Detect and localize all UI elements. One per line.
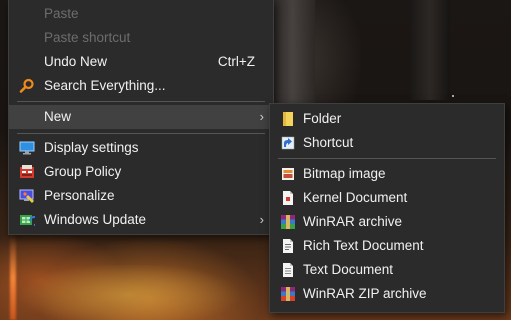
shortcut-key-label: Ctrl+Z [217, 54, 255, 69]
wallpaper-pillar [270, 0, 315, 110]
menu-item-label: Display settings [44, 140, 139, 155]
windows-update-icon [19, 212, 39, 228]
submenu-item-label: WinRAR archive [303, 214, 403, 229]
folder-icon [280, 111, 296, 127]
winrar-zip-icon [280, 286, 296, 302]
submenu-item-bitmap-image[interactable]: Bitmap image [270, 162, 504, 186]
menu-item-label: Windows Update [44, 212, 147, 227]
submenu-item-folder[interactable]: Folder [270, 107, 504, 131]
shortcut-icon [280, 135, 296, 151]
menu-item-undo-new[interactable]: Undo New Ctrl+Z [9, 50, 273, 74]
menu-item-label: Group Policy [44, 164, 122, 179]
menu-item-new[interactable]: New › [9, 105, 273, 129]
submenu-item-label: Rich Text Document [303, 238, 424, 253]
menu-item-label: Personalize [44, 188, 115, 203]
wallpaper-star [452, 95, 454, 97]
menu-item-label: Paste shortcut [44, 30, 131, 45]
submenu-item-winrar-zip-archive[interactable]: WinRAR ZIP archive [270, 282, 504, 306]
wallpaper-pillar [410, 0, 450, 100]
submenu-item-rich-text-document[interactable]: Rich Text Document [270, 234, 504, 258]
menu-item-label: Search Everything... [44, 78, 166, 93]
menu-item-label: Undo New [44, 54, 108, 69]
submenu-item-label: Bitmap image [303, 166, 386, 181]
submenu-item-label: WinRAR ZIP archive [303, 286, 427, 301]
menu-item-windows-update[interactable]: Windows Update › [9, 208, 273, 232]
menu-item-paste-shortcut[interactable]: Paste shortcut [9, 26, 273, 50]
search-everything-icon [19, 78, 35, 94]
menu-item-label: New [44, 109, 72, 124]
submenu-item-winrar-archive[interactable]: WinRAR archive [270, 210, 504, 234]
menu-separator [17, 133, 265, 134]
desktop-context-menu: Paste Paste shortcut Undo New Ctrl+Z Sea… [8, 0, 274, 235]
display-icon [19, 140, 35, 156]
submenu-item-label: Shortcut [303, 135, 354, 150]
rich-text-icon [280, 238, 296, 254]
submenu-item-label: Text Document [303, 262, 394, 277]
new-submenu: Folder Shortcut Bitmap image Kernel Docu… [269, 103, 505, 313]
chevron-right-icon: › [259, 109, 264, 124]
menu-item-label: Paste [44, 6, 79, 21]
personalize-icon [19, 188, 35, 204]
submenu-item-label: Kernel Document [303, 190, 408, 205]
menu-item-display-settings[interactable]: Display settings [9, 136, 273, 160]
submenu-separator [278, 158, 496, 159]
submenu-item-label: Folder [303, 111, 342, 126]
wallpaper-light-beam [10, 235, 16, 320]
menu-separator [17, 101, 265, 102]
menu-item-group-policy[interactable]: Group Policy [9, 160, 273, 184]
submenu-item-shortcut[interactable]: Shortcut [270, 131, 504, 155]
winrar-archive-icon [280, 214, 296, 230]
menu-item-paste[interactable]: Paste [9, 2, 273, 26]
submenu-item-text-document[interactable]: Text Document [270, 258, 504, 282]
submenu-item-kernel-document[interactable]: Kernel Document [270, 186, 504, 210]
bitmap-icon [280, 166, 296, 182]
kernel-document-icon [280, 190, 296, 206]
group-policy-icon [19, 164, 35, 180]
menu-item-personalize[interactable]: Personalize [9, 184, 273, 208]
chevron-right-icon: › [259, 212, 264, 227]
text-document-icon [280, 262, 296, 278]
wallpaper-flower-field [0, 265, 270, 320]
menu-item-search-everything[interactable]: Search Everything... [9, 74, 273, 98]
